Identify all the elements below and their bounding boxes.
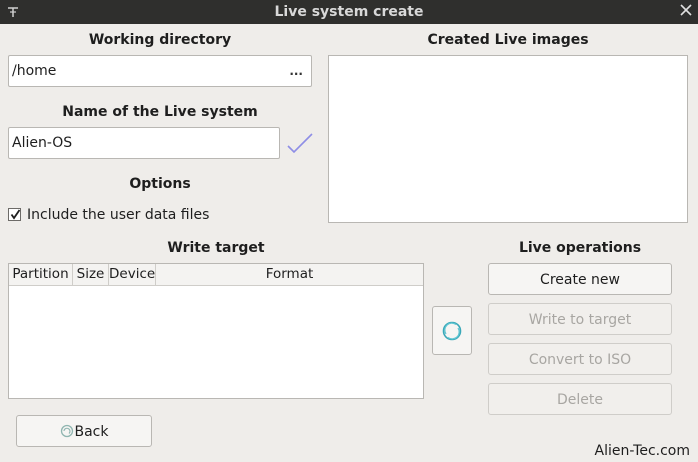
column-header-size[interactable]: Size	[73, 264, 109, 285]
column-header-format[interactable]: Format	[156, 264, 423, 285]
working-directory-field[interactable]: /home ...	[8, 55, 312, 87]
close-icon[interactable]	[680, 4, 692, 16]
title-bar: Live system create	[0, 0, 698, 24]
table-header: Partition Size Device Format	[9, 264, 423, 286]
write-to-target-button[interactable]: Write to target	[488, 303, 672, 335]
working-directory-label: Working directory	[88, 32, 232, 48]
create-new-label: Create new	[540, 272, 620, 288]
checkmark-icon[interactable]	[286, 131, 314, 155]
options-label: Options	[129, 176, 191, 192]
include-user-data-label: Include the user data files	[27, 207, 210, 223]
working-directory-value: /home	[12, 63, 57, 79]
column-header-device[interactable]: Device	[109, 264, 156, 285]
created-images-label: Created Live images	[427, 32, 589, 48]
live-name-label: Name of the Live system	[62, 104, 258, 120]
create-new-button[interactable]: Create new	[488, 263, 672, 295]
brand-watermark: Alien-Tec.com	[594, 443, 690, 459]
live-name-value: Alien-OS	[12, 135, 73, 151]
browse-button[interactable]: ...	[289, 64, 303, 78]
back-label: Back	[74, 424, 109, 440]
delete-label: Delete	[557, 392, 603, 408]
live-name-input[interactable]: Alien-OS	[8, 127, 280, 159]
back-button[interactable]: Back	[16, 415, 152, 447]
convert-to-iso-button[interactable]: Convert to ISO	[488, 343, 672, 375]
write-to-target-label: Write to target	[528, 312, 632, 328]
live-operations-label: Live operations	[518, 240, 642, 256]
delete-button[interactable]: Delete	[488, 383, 672, 415]
write-target-label: Write target	[167, 240, 265, 256]
convert-to-iso-label: Convert to ISO	[528, 352, 632, 368]
refresh-button[interactable]	[432, 306, 472, 355]
window-title: Live system create	[274, 4, 424, 20]
back-icon	[60, 424, 74, 438]
column-header-partition[interactable]: Partition	[9, 264, 73, 285]
created-images-list[interactable]	[328, 55, 688, 223]
write-target-table[interactable]: Partition Size Device Format	[8, 263, 424, 399]
include-user-data-checkbox[interactable]	[8, 208, 21, 221]
